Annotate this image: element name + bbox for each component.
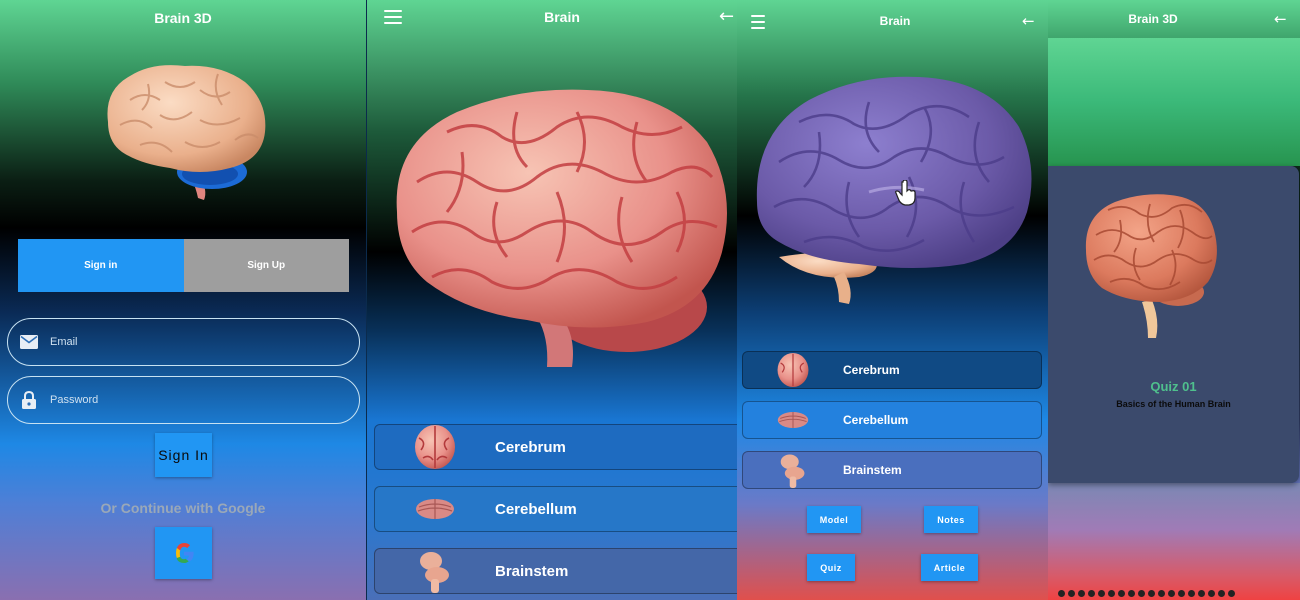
login-screen: Brain 3D Sign in Sign Up Sign In Or Cont… (0, 0, 366, 600)
page-dot[interactable] (1068, 590, 1075, 597)
brainstem-thumbnail (743, 452, 843, 488)
page-indicator (1058, 590, 1235, 597)
tab-sign-in[interactable]: Sign in (18, 239, 184, 292)
email-input[interactable] (50, 336, 310, 348)
screen-title: Brain (879, 14, 911, 28)
brainstem-thumbnail (375, 549, 495, 593)
page-dot[interactable] (1148, 590, 1155, 597)
header-band (1048, 38, 1300, 166)
app-title: Brain 3D (1128, 12, 1178, 26)
part-item-cerebellum[interactable]: Cerebellum (374, 486, 737, 532)
lock-icon (20, 391, 38, 409)
footer-band (1048, 483, 1300, 600)
part-item-cerebellum[interactable]: Cerebellum (742, 401, 1042, 439)
page-dot[interactable] (1058, 590, 1065, 597)
notes-button[interactable]: Notes (924, 506, 978, 533)
quiz-screen: Brain 3D ← Quiz 01 Basics of the Human B… (1048, 0, 1300, 600)
page-dot[interactable] (1138, 590, 1145, 597)
part-item-cerebrum[interactable]: Cerebrum (374, 424, 737, 470)
part-label: Cerebellum (843, 413, 909, 427)
back-arrow-icon[interactable]: ← (1022, 12, 1035, 30)
app-title: Brain 3D (154, 10, 212, 26)
sign-in-button[interactable]: Sign In (155, 433, 212, 477)
brain-detail-screen: Brain ← Cerebrum Cerebellum Brainstem Mo… (737, 0, 1048, 600)
google-prompt: Or Continue with Google (100, 500, 266, 516)
page-dot[interactable] (1098, 590, 1105, 597)
page-dot[interactable] (1228, 590, 1235, 597)
hand-pointer-icon (895, 180, 916, 206)
password-input[interactable] (50, 394, 310, 406)
quiz-card[interactable]: Quiz 01 Basics of the Human Brain (1048, 166, 1299, 483)
page-dot[interactable] (1088, 590, 1095, 597)
cerebrum-thumbnail (743, 351, 843, 389)
brain-model-image (756, 76, 1032, 304)
part-label: Brainstem (843, 463, 902, 477)
brain-model-image (107, 65, 266, 200)
page-dot[interactable] (1128, 590, 1135, 597)
screen-title: Brain (544, 9, 580, 25)
mail-icon (20, 333, 38, 351)
quiz-title: Quiz 01 (1150, 379, 1197, 394)
email-field[interactable] (7, 318, 360, 366)
page-dot[interactable] (1168, 590, 1175, 597)
page-dot[interactable] (1178, 590, 1185, 597)
page-dot[interactable] (1078, 590, 1085, 597)
google-icon (175, 543, 194, 563)
page-dot[interactable] (1198, 590, 1205, 597)
auth-tabs: Sign in Sign Up (18, 239, 349, 292)
brain-model-image (396, 89, 727, 367)
cerebrum-thumbnail (375, 424, 495, 470)
part-label: Cerebrum (843, 363, 900, 377)
cerebellum-thumbnail (375, 497, 495, 521)
back-arrow-icon[interactable]: ← (719, 8, 734, 26)
cerebellum-thumbnail (743, 410, 843, 430)
brain-model-image (1085, 194, 1217, 338)
quiz-button[interactable]: Quiz (807, 554, 855, 581)
part-label: Brainstem (495, 562, 569, 580)
page-dot[interactable] (1188, 590, 1195, 597)
part-label: Cerebrum (495, 438, 566, 456)
part-item-brainstem[interactable]: Brainstem (742, 451, 1042, 489)
page-dot[interactable] (1208, 590, 1215, 597)
model-button[interactable]: Model (807, 506, 861, 533)
back-arrow-icon[interactable]: ← (1274, 10, 1287, 28)
page-dot[interactable] (1158, 590, 1165, 597)
quiz-subtitle: Basics of the Human Brain (1116, 399, 1231, 409)
page-dot[interactable] (1108, 590, 1115, 597)
page-dot[interactable] (1118, 590, 1125, 597)
part-label: Cerebellum (495, 500, 577, 518)
article-button[interactable]: Article (921, 554, 978, 581)
tab-sign-up[interactable]: Sign Up (183, 239, 349, 292)
password-field[interactable] (7, 376, 360, 424)
google-signin-button[interactable] (155, 527, 212, 579)
part-item-brainstem[interactable]: Brainstem (374, 548, 737, 594)
page-dot[interactable] (1218, 590, 1225, 597)
part-item-cerebrum[interactable]: Cerebrum (742, 351, 1042, 389)
brain-screen: Brain ← Cerebrum Cerebellum Brainstem (367, 0, 737, 600)
